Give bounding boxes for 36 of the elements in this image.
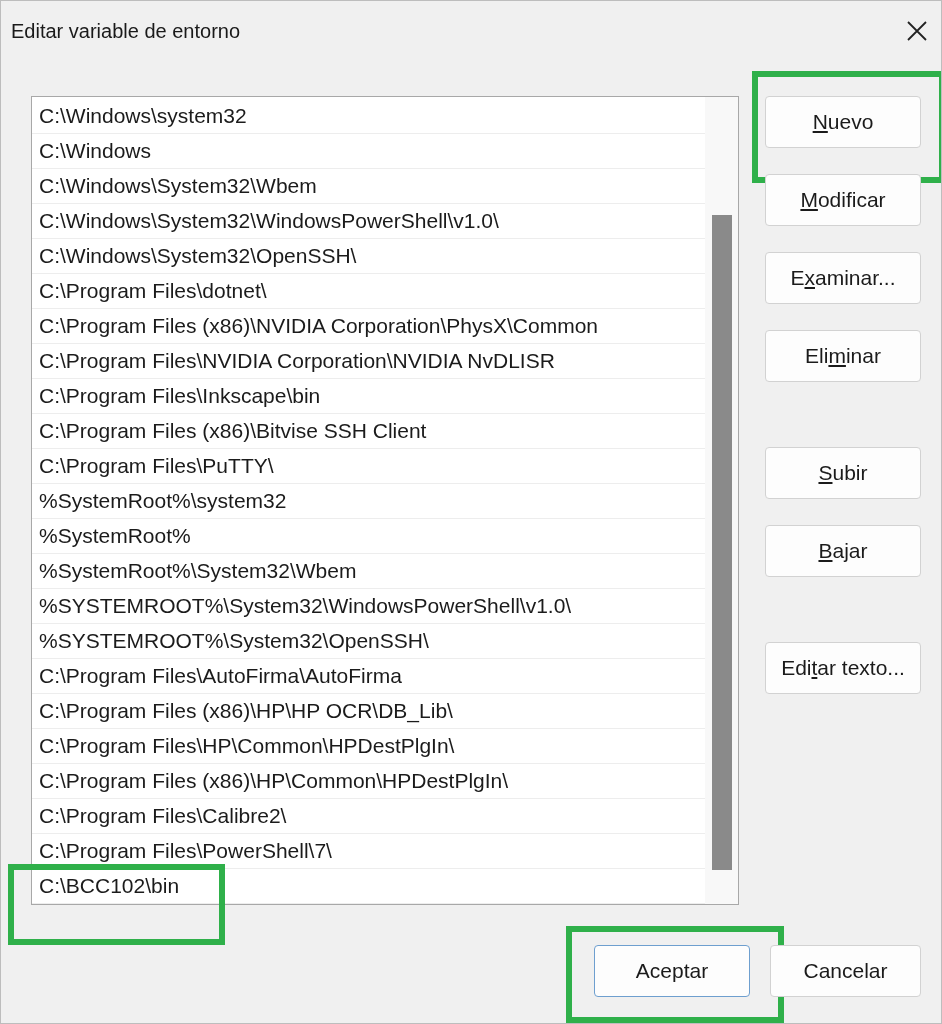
list-item[interactable]: C:\Program Files (x86)\NVIDIA Corporation\PhysX\Common [32,309,705,344]
list-item[interactable]: C:\Windows [32,134,705,169]
list-item[interactable]: C:\Program Files (x86)\Bitvise SSH Client [32,414,705,449]
list-item[interactable]: C:\Program Files\AutoFirma\AutoFirma [32,659,705,694]
list-item[interactable]: %SystemRoot%\system32 [32,484,705,519]
action-button[interactable]: Subir [765,447,921,499]
action-button[interactable]: Eliminar [765,330,921,382]
list-item[interactable]: C:\Program Files\PowerShell\7\ [32,834,705,869]
action-button[interactable]: Editar texto... [765,642,921,694]
list-item[interactable]: C:\Windows\system32 [32,99,705,134]
list-item[interactable]: C:\Windows\System32\Wbem [32,169,705,204]
list-item[interactable]: C:\Program Files\HP\Common\HPDestPlgIn\ [32,729,705,764]
scrollbar-thumb[interactable] [711,215,732,870]
list-item[interactable]: C:\Program Files\PuTTY\ [32,449,705,484]
list-item[interactable]: %SystemRoot%\System32\Wbem [32,554,705,589]
list-item[interactable]: C:\BCC102\bin [32,869,705,904]
list-item[interactable]: C:\Program Files\NVIDIA Corporation\NVIDIA NvDLISR [32,344,705,379]
close-icon[interactable] [907,21,927,41]
list-item[interactable]: C:\Windows\System32\WindowsPowerShell\v1.0\ [32,204,705,239]
action-button[interactable]: Nuevo [765,96,921,148]
list-item[interactable]: %SYSTEMROOT%\System32\OpenSSH\ [32,624,705,659]
list-item[interactable]: %SYSTEMROOT%\System32\WindowsPowerShell\v1.0\ [32,589,705,624]
list-item[interactable]: C:\Windows\System32\OpenSSH\ [32,239,705,274]
ok-button[interactable]: Aceptar [594,945,750,997]
action-button[interactable]: Bajar [765,525,921,577]
list-item[interactable]: C:\Program Files (x86)\HP\HP OCR\DB_Lib\ [32,694,705,729]
scrollbar[interactable] [705,97,738,904]
list-item[interactable]: C:\Program Files\dotnet\ [32,274,705,309]
action-button[interactable]: Examinar... [765,252,921,304]
list-item[interactable]: %SystemRoot% [32,519,705,554]
window-title: Editar variable de entorno [11,19,241,43]
action-button[interactable]: Modificar [765,174,921,226]
list-item[interactable]: C:\Program Files\Inkscape\bin [32,379,705,414]
cancel-button[interactable]: Cancelar [770,945,921,997]
list-item[interactable]: C:\Program Files\Calibre2\ [32,799,705,834]
list-item[interactable]: C:\Program Files (x86)\HP\Common\HPDestPlgIn\ [32,764,705,799]
